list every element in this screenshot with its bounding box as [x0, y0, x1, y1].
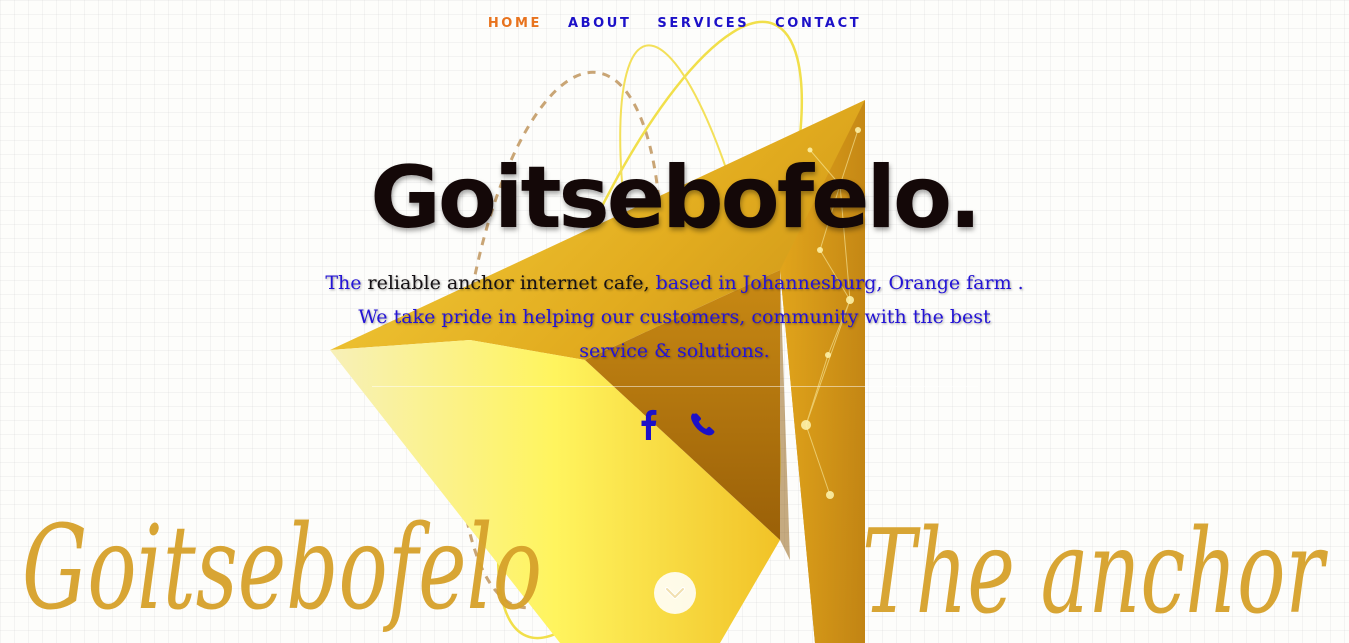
- nav-link-contact[interactable]: CONTACT: [775, 14, 861, 34]
- hero-section: Goitsebofelo The anchor HOME ABOUT SERVI…: [0, 0, 1349, 643]
- facebook-icon[interactable]: [634, 406, 664, 442]
- social-links: [620, 406, 730, 442]
- chevron-down-icon: [665, 587, 685, 599]
- script-word-left: Goitsebofelo: [22, 501, 542, 636]
- nav-link-home[interactable]: HOME: [488, 14, 542, 34]
- nav-link-about[interactable]: ABOUT: [568, 14, 631, 34]
- tagline-part-2: reliable anchor internet cafe,: [367, 272, 650, 294]
- hero-divider: [372, 386, 978, 387]
- scroll-down-button[interactable]: [654, 572, 696, 614]
- top-navigation: HOME ABOUT SERVICES CONTACT: [0, 14, 1349, 34]
- tagline-part-1: The: [325, 272, 368, 294]
- nav-link-services[interactable]: SERVICES: [657, 14, 749, 34]
- hero-tagline: The reliable anchor internet cafe, based…: [322, 266, 1027, 368]
- hero-title: Goitsebofelo.: [370, 148, 981, 248]
- script-word-right: The anchor: [862, 505, 1329, 640]
- phone-icon[interactable]: [686, 406, 716, 442]
